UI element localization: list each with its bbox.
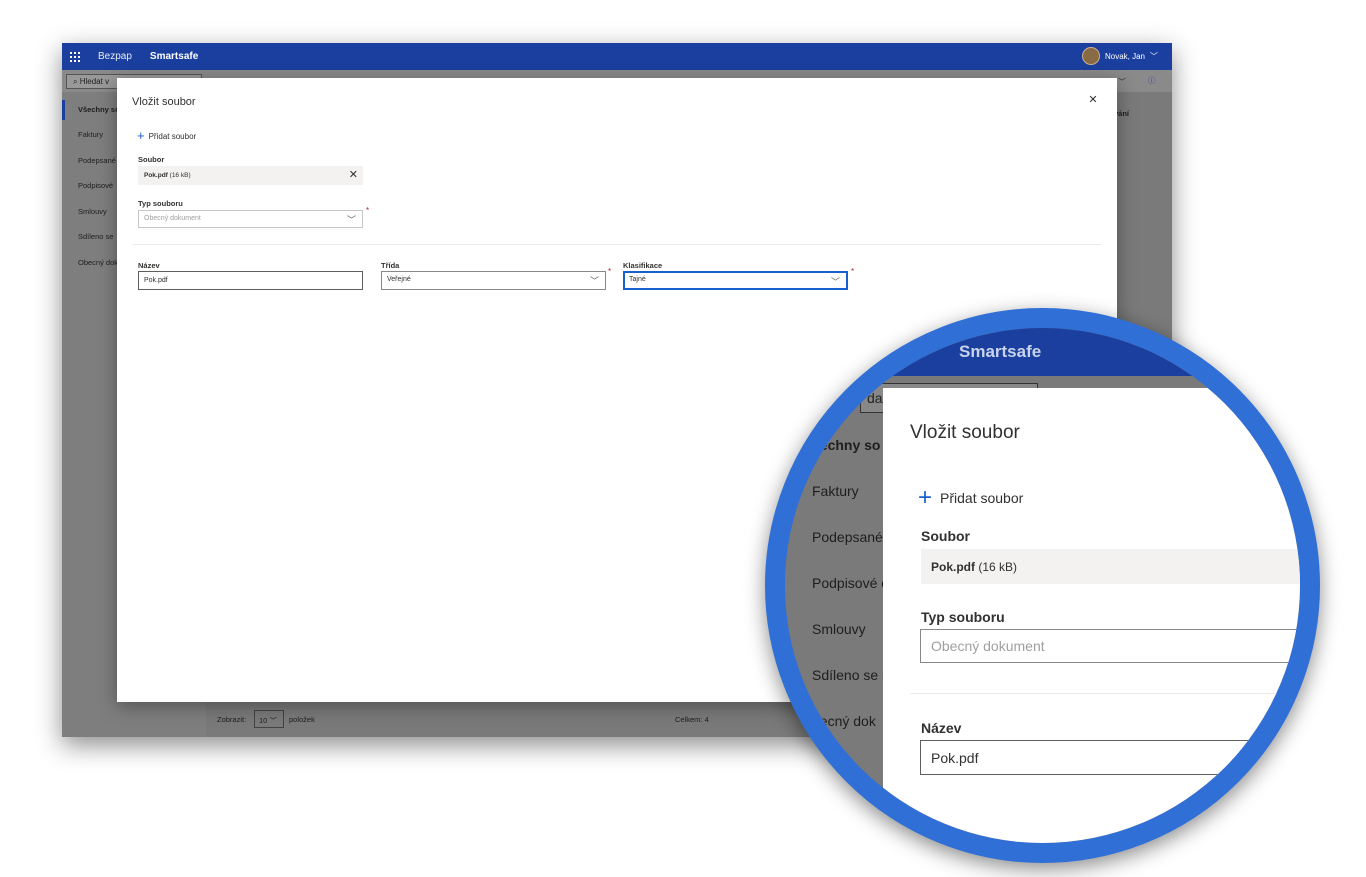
file-label: Soubor (138, 155, 165, 164)
sidebar-item-invoices[interactable]: Faktury (78, 130, 103, 139)
classification-select[interactable]: Tajné ﹀ (623, 271, 848, 290)
plus-icon: + (137, 128, 145, 143)
zoomed-file-type-select: Obecný dokument (920, 629, 1300, 663)
plus-icon: + (918, 484, 933, 511)
sidebar-item-shared[interactable]: Sdíleno se (78, 232, 113, 241)
attached-file: Pok.pdf (16 kB) ✕ (138, 166, 363, 185)
zoomed-dialog-title: Vložit soubor (910, 422, 1020, 443)
zoomed-name-label: Název (921, 720, 962, 736)
zoomed-sidebar-item: Smlouvy (812, 621, 866, 637)
page-size-select[interactable]: 10 ﹀ (254, 710, 284, 728)
avatar (1081, 47, 1100, 65)
remove-file-icon[interactable]: ✕ (349, 169, 358, 181)
page-size-label: Zobrazit: (217, 715, 247, 724)
info-icon[interactable]: ⓘ (1148, 75, 1156, 86)
class-label: Třída (381, 261, 400, 270)
zoomed-attached-file: Pok.pdf (16 kB) (921, 549, 1300, 584)
file-type-label: Typ souboru (138, 199, 183, 208)
file-type-select[interactable]: Obecný dokument ﹀ (138, 210, 363, 228)
zoomed-brand: Smartsafe (959, 342, 1042, 361)
search-placeholder: Hledat v (79, 77, 110, 86)
sidebar-item-contracts[interactable]: Smlouvy (78, 207, 107, 216)
chevron-down-icon: ﹀ (1150, 51, 1158, 61)
name-input[interactable]: Pok.pdf (138, 271, 363, 290)
add-file-label: Přidat soubor (148, 131, 197, 141)
add-file-button[interactable]: + Přidat soubor (137, 128, 197, 143)
page-size-suffix: položek (289, 715, 315, 724)
zoomed-dialog (883, 388, 1300, 843)
zoomed-name-input: Pok.pdf (920, 740, 1300, 775)
file-type-placeholder: Obecný dokument (144, 215, 201, 222)
total-count: Celkem: 4 (675, 715, 709, 724)
zoomed-sidebar-item: Podepsané (812, 529, 883, 545)
top-navigation-bar: Bezpap Smartsafe Novak, Jan ﹀ (62, 43, 1172, 70)
close-icon[interactable]: ✕ (1087, 94, 1099, 106)
user-menu[interactable]: Novak, Jan ﹀ (1081, 47, 1158, 65)
sidebar-item-signature[interactable]: Podpisové (78, 181, 113, 190)
search-icon: ⌕ (73, 77, 78, 86)
file-name: Pok.pdf (144, 172, 168, 179)
zoomed-sidebar-item: Sdíleno se n (812, 667, 890, 683)
classification-label: Klasifikace (623, 261, 663, 270)
brand-primary[interactable]: Bezpap (98, 51, 132, 62)
zoomed-file-type-label: Typ souboru (921, 609, 1005, 625)
section-divider (132, 244, 1102, 245)
brand-secondary[interactable]: Smartsafe (150, 51, 198, 62)
chevron-down-icon: ﹀ (830, 277, 840, 287)
sidebar-item-signed[interactable]: Podepsané (78, 156, 116, 165)
required-mark: * (851, 267, 855, 276)
magnifier-lens: Smartsafe dat v šechny so Faktury Podeps… (765, 308, 1320, 863)
dialog-title: Vložit soubor (132, 96, 196, 108)
required-mark: * (608, 267, 612, 276)
zoomed-sidebar-item: becný dok (812, 713, 876, 729)
class-select[interactable]: Veřejné ﹀ (381, 271, 606, 290)
zoomed-file-label: Soubor (921, 528, 970, 544)
zoomed-divider (910, 693, 1300, 694)
file-size: (16 kB) (169, 172, 191, 179)
sidebar-item-general[interactable]: Obecný dok (78, 258, 118, 267)
chevron-down-icon: ﹀ (589, 276, 599, 286)
required-mark: * (366, 206, 370, 215)
sidebar-active-indicator (62, 100, 65, 120)
zoomed-sidebar-item: šechny so (812, 437, 881, 453)
sidebar-item-all-documents[interactable]: Všechny so (78, 105, 120, 114)
screenshot-stage: Bezpap Smartsafe Novak, Jan ﹀ ⌕ Hledat v… (0, 0, 1366, 877)
magnified-view: Smartsafe dat v šechny so Faktury Podeps… (785, 328, 1300, 843)
zoomed-sidebar-item: Faktury (812, 483, 859, 499)
classification-value: Tajné (629, 276, 646, 283)
class-value: Veřejné (387, 276, 411, 283)
user-name: Novak, Jan (1104, 51, 1145, 61)
zoomed-sidebar-item: Podpisové d (812, 575, 890, 591)
zoomed-top-bar (785, 328, 1300, 376)
app-launcher-icon[interactable] (62, 43, 88, 70)
name-label: Název (138, 261, 160, 270)
zoomed-add-file-button: + Přidat soubor (918, 484, 1024, 511)
chevron-down-icon: ﹀ (346, 215, 356, 225)
